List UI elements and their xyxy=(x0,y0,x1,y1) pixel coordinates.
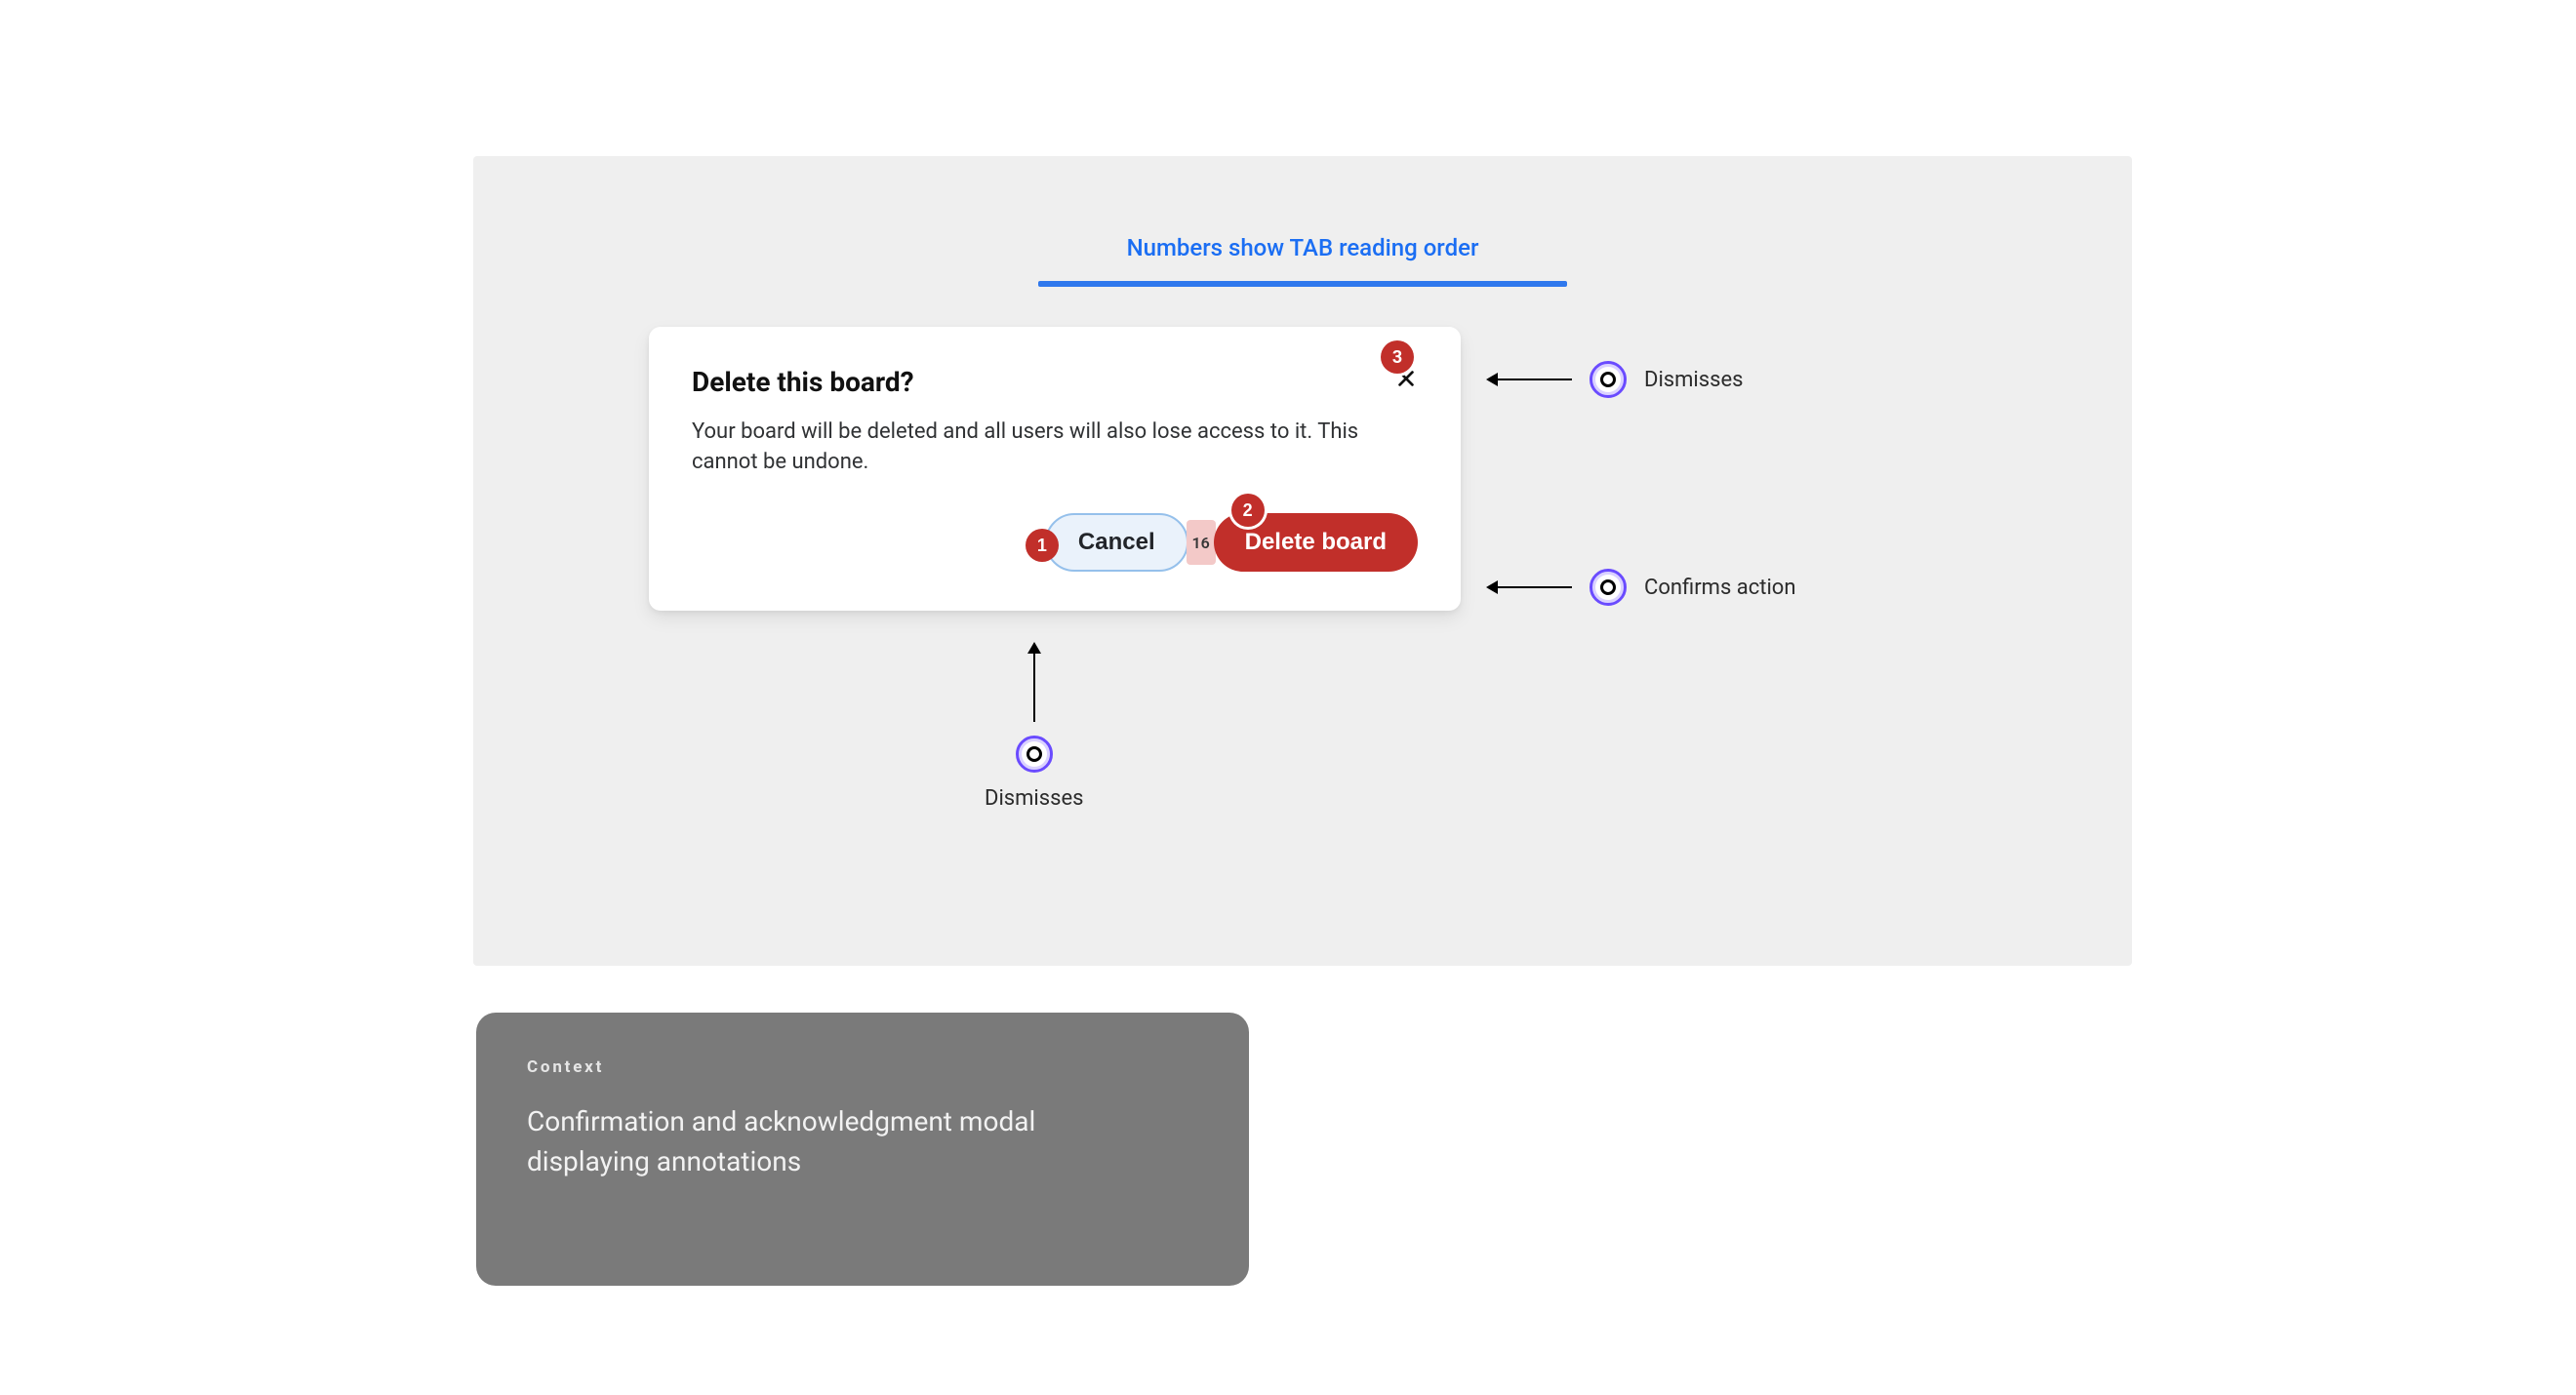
callout-cancel-label: Dismisses xyxy=(985,786,1084,811)
tab-order-badge-3: 3 xyxy=(1381,340,1414,374)
caption-underline xyxy=(1038,281,1567,287)
callout-confirm-label: Confirms action xyxy=(1644,576,1796,600)
annotation-dot-icon xyxy=(1016,736,1053,773)
dialog-actions: 1 Cancel 16 2 Delete board xyxy=(692,513,1418,572)
callout-cancel: Dismisses xyxy=(985,644,1084,811)
callout-close-label: Dismisses xyxy=(1644,368,1744,392)
annotation-dot-icon xyxy=(1590,361,1627,398)
arrow-left-icon xyxy=(1488,379,1572,380)
context-eyebrow: Context xyxy=(527,1057,1198,1077)
tab-order-badge-1: 1 xyxy=(1026,529,1059,562)
dialog-title: Delete this board? xyxy=(692,366,914,399)
arrow-up-icon xyxy=(1033,644,1035,722)
close-wrap: 3 xyxy=(1389,366,1418,397)
page-root: Numbers show TAB reading order Delete th… xyxy=(0,0,2576,1395)
context-body: Confirmation and acknowledgment modal di… xyxy=(527,1102,1073,1181)
context-card: Context Confirmation and acknowledgment … xyxy=(476,1013,1249,1286)
dialog-header: Delete this board? 3 xyxy=(692,366,1418,399)
cancel-button[interactable]: 1 Cancel xyxy=(1045,513,1188,572)
confirm-dialog: Delete this board? 3 Your board will be … xyxy=(649,327,1461,611)
tab-order-caption: Numbers show TAB reading order xyxy=(1127,234,1479,261)
callout-close: Dismisses xyxy=(1488,361,1744,398)
confirm-button-label: Delete board xyxy=(1245,529,1387,556)
callout-confirm: Confirms action xyxy=(1488,569,1796,606)
tab-order-badge-2: 2 xyxy=(1231,494,1265,527)
spacing-token-chip: 16 xyxy=(1187,520,1216,565)
cancel-button-label: Cancel xyxy=(1078,529,1155,556)
confirm-delete-button[interactable]: 2 Delete board xyxy=(1214,513,1418,572)
dialog-body-text: Your board will be deleted and all users… xyxy=(692,417,1414,479)
annotation-dot-icon xyxy=(1590,569,1627,606)
example-stage: Numbers show TAB reading order Delete th… xyxy=(473,156,2132,966)
arrow-left-icon xyxy=(1488,586,1572,588)
